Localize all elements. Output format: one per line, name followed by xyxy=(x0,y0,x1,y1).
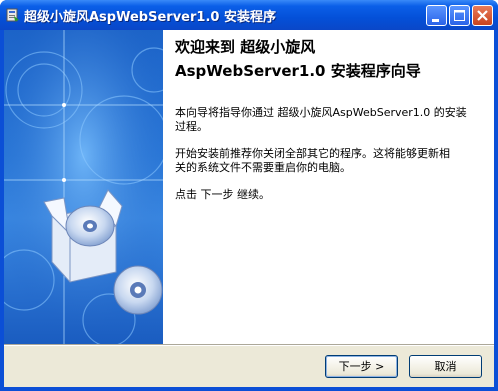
cd-disc-icon xyxy=(65,205,115,247)
button-separator xyxy=(4,344,494,346)
installer-icon xyxy=(6,7,20,23)
welcome-heading-line2: AspWebServer1.0 安装程序向导 xyxy=(175,62,421,80)
next-button[interactable]: 下一步 > xyxy=(325,355,398,378)
window-title: 超级小旋风AspWebServer1.0 安装程序 xyxy=(24,10,276,25)
maximize-button[interactable] xyxy=(449,5,470,26)
minimize-button[interactable] xyxy=(426,5,447,26)
wizard-banner-image xyxy=(4,30,163,344)
advice-text-line2: 关的系统文件不需要重启你的电脑。 xyxy=(175,161,351,174)
advice-text-line1: 开始安装前推荐你关闭全部其它的程序。这将能够更新相 xyxy=(175,147,450,160)
continue-instruction: 点击 下一步 继续。 xyxy=(175,188,270,201)
close-icon xyxy=(477,10,488,21)
intro-text-line2: 过程。 xyxy=(175,120,208,133)
maximize-icon xyxy=(454,10,465,21)
intro-text-line1: 本向导将指导你通过 超级小旋风AspWebServer1.0 的安装 xyxy=(175,106,467,119)
wizard-content: 欢迎来到 超级小旋风 AspWebServer1.0 安装程序向导 本向导将指导… xyxy=(163,30,494,344)
welcome-heading-line1: 欢迎来到 超级小旋风 xyxy=(175,38,316,56)
cancel-button[interactable]: 取消 xyxy=(409,355,482,378)
close-button[interactable] xyxy=(472,5,493,26)
minimize-icon xyxy=(432,19,439,22)
dialog-client-area: 欢迎来到 超级小旋风 AspWebServer1.0 安装程序向导 本向导将指导… xyxy=(4,30,494,387)
installer-window: 超级小旋风AspWebServer1.0 安装程序 欢迎来到 超级小旋风 Asp… xyxy=(0,0,498,391)
title-bar[interactable]: 超级小旋风AspWebServer1.0 安装程序 xyxy=(0,0,498,30)
